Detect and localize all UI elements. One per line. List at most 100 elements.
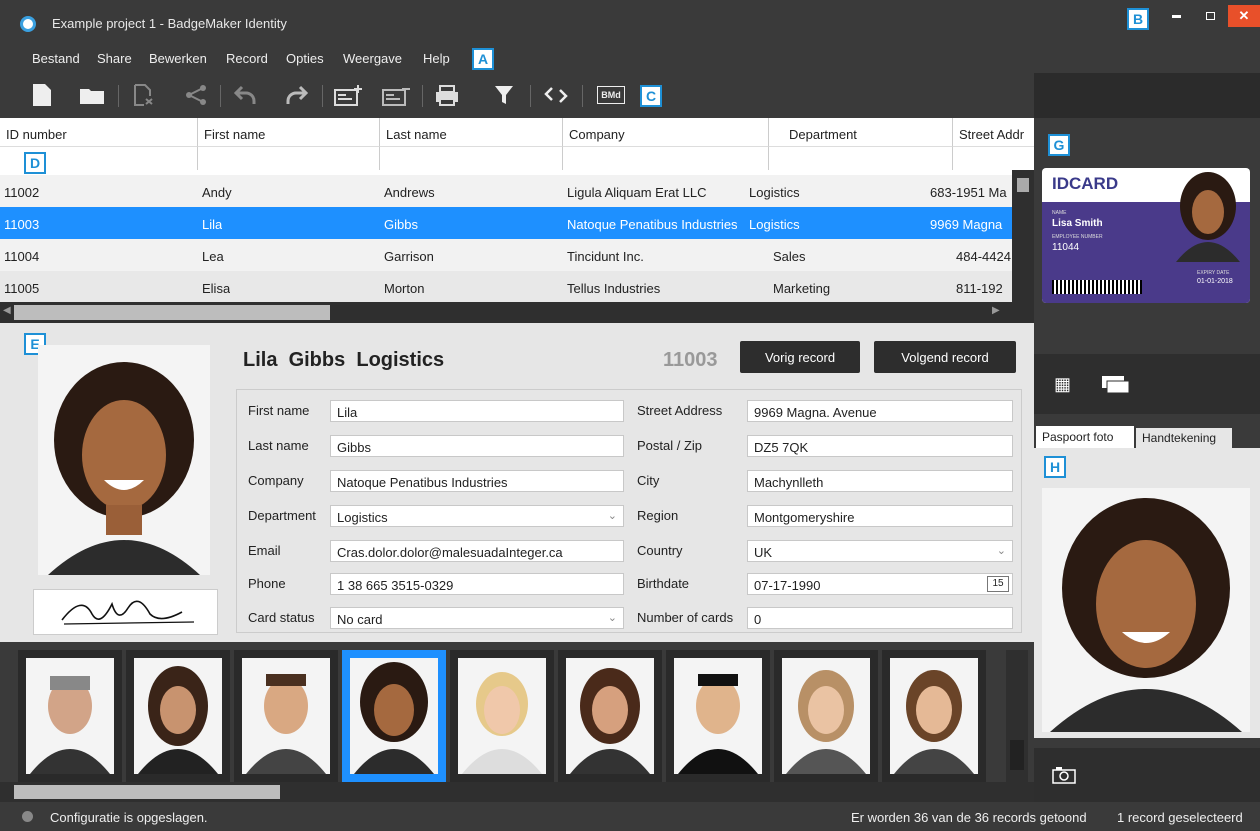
filter-input-last-name[interactable] bbox=[380, 146, 563, 170]
city-field[interactable]: Machynlleth bbox=[747, 470, 1013, 492]
table-row[interactable]: 11005 Elisa Morton Tellus Industries Mar… bbox=[0, 271, 1012, 303]
thumbs-vertical-scrollbar[interactable] bbox=[1006, 650, 1028, 782]
bmd-button[interactable]: BMd bbox=[594, 81, 628, 109]
tab-paspoort-foto[interactable]: Paspoort foto bbox=[1036, 426, 1134, 448]
scroll-left-icon[interactable]: ◀ bbox=[3, 305, 11, 316]
filter-input-company[interactable] bbox=[563, 146, 769, 170]
company-field[interactable]: Natoque Penatibus Industries bbox=[330, 470, 624, 492]
card-status-select[interactable]: No card ⌄ bbox=[330, 607, 624, 629]
menu-bestand[interactable]: Bestand bbox=[32, 51, 80, 66]
filter-input-street[interactable] bbox=[953, 146, 1034, 170]
camera-icon[interactable] bbox=[1052, 766, 1076, 784]
open-folder-button[interactable] bbox=[78, 81, 106, 109]
cell-id: 11003 bbox=[4, 217, 40, 232]
email-field[interactable]: Cras.dolor.dolor@malesuadaInteger.ca bbox=[330, 540, 624, 562]
thumbnail-item[interactable] bbox=[450, 650, 554, 782]
add-card-button[interactable] bbox=[334, 81, 362, 109]
cell-last-name: Andrews bbox=[384, 185, 435, 200]
thumbnail-item[interactable] bbox=[126, 650, 230, 782]
new-file-icon bbox=[33, 84, 51, 106]
bmd-icon: BMd bbox=[597, 86, 625, 104]
region-field[interactable]: Montgomeryshire bbox=[747, 505, 1013, 527]
label-street-address: Street Address bbox=[637, 403, 723, 418]
column-header-id[interactable]: ID number bbox=[0, 118, 198, 146]
tab-handtekening[interactable]: Handtekening bbox=[1136, 428, 1232, 448]
maximize-button[interactable] bbox=[1194, 5, 1226, 27]
title-bar: Example project 1 - BadgeMaker Identity … bbox=[0, 0, 1260, 44]
previous-record-button[interactable]: Vorig record bbox=[740, 341, 860, 373]
last-name-field[interactable]: Gibbs bbox=[330, 435, 624, 457]
first-name-field[interactable]: Lila bbox=[330, 400, 624, 422]
card-number: 11044 bbox=[1052, 242, 1080, 253]
callout-badge-d: D bbox=[24, 152, 46, 174]
share-button[interactable] bbox=[182, 81, 210, 109]
menu-weergave[interactable]: Weergave bbox=[343, 51, 402, 66]
postal-zip-field[interactable]: DZ5 7QK bbox=[747, 435, 1013, 457]
thumbnail-item[interactable] bbox=[234, 650, 338, 782]
menu-opties[interactable]: Opties bbox=[286, 51, 324, 66]
filter-input-department[interactable] bbox=[769, 146, 953, 170]
table-row[interactable]: 11004 Lea Garrison Tincidunt Inc. Sales … bbox=[0, 239, 1012, 271]
table-row[interactable]: 11002 Andy Andrews Ligula Aliquam Erat L… bbox=[0, 175, 1012, 207]
scroll-right-icon[interactable]: ▶ bbox=[992, 305, 1000, 316]
remove-card-button[interactable] bbox=[382, 81, 410, 109]
column-header-street[interactable]: Street Addr bbox=[953, 118, 1034, 146]
scroll-thumb[interactable] bbox=[14, 785, 280, 799]
thumbs-horizontal-scrollbar[interactable] bbox=[0, 782, 1034, 802]
menu-record[interactable]: Record bbox=[226, 51, 268, 66]
sync-button[interactable] bbox=[542, 81, 570, 109]
menu-help[interactable]: Help bbox=[423, 51, 450, 66]
right-panel: G IDCARD NAME Lisa Smith EMPLOYEE NUMBER… bbox=[1034, 118, 1260, 802]
thumbnail-item[interactable] bbox=[882, 650, 986, 782]
cell-company: Ligula Aliquam Erat LLC bbox=[567, 185, 707, 200]
id-card-preview[interactable]: IDCARD NAME Lisa Smith EMPLOYEE NUMBER 1… bbox=[1042, 168, 1250, 303]
country-select[interactable]: UK ⌄ bbox=[747, 540, 1013, 562]
photo-tabs: Paspoort foto Handtekening bbox=[1034, 424, 1260, 448]
column-header-department[interactable]: Department bbox=[769, 118, 953, 146]
column-header-last-name[interactable]: Last name bbox=[380, 118, 563, 146]
thumbnail-item[interactable] bbox=[666, 650, 770, 782]
new-file-button[interactable] bbox=[28, 81, 56, 109]
filter-input-first-name[interactable] bbox=[198, 146, 380, 170]
scroll-thumb[interactable] bbox=[1010, 740, 1024, 770]
portrait-thumbnail bbox=[570, 668, 650, 774]
grid-horizontal-scrollbar[interactable]: ◀ ▶ bbox=[0, 302, 1034, 323]
redo-icon bbox=[286, 85, 308, 104]
grid-view-icon[interactable]: ▦ bbox=[1054, 374, 1071, 395]
scroll-thumb[interactable] bbox=[1017, 178, 1029, 192]
birthdate-field[interactable]: 07-17-1990 15 bbox=[747, 573, 1013, 595]
callout-badge-a: A bbox=[472, 48, 494, 70]
cell-id: 11002 bbox=[4, 185, 40, 200]
portrait-thumbnail bbox=[354, 662, 434, 774]
thumbnail-item[interactable] bbox=[18, 650, 122, 782]
department-select[interactable]: Logistics ⌄ bbox=[330, 505, 624, 527]
street-address-field[interactable]: 9969 Magna. Avenue bbox=[747, 400, 1013, 422]
print-button[interactable] bbox=[434, 81, 462, 109]
filter-button[interactable] bbox=[490, 81, 518, 109]
next-record-button[interactable]: Volgend record bbox=[874, 341, 1016, 373]
export-button[interactable] bbox=[130, 81, 158, 109]
table-row-selected[interactable]: 11003 Lila Gibbs Natoque Penatibus Indus… bbox=[0, 207, 1012, 239]
status-message: Configuratie is opgeslagen. bbox=[50, 810, 208, 825]
passport-photo-large[interactable] bbox=[1042, 488, 1250, 732]
thumbnail-item[interactable] bbox=[774, 650, 878, 782]
minimize-button[interactable] bbox=[1160, 5, 1192, 27]
phone-field[interactable]: 1 38 665 3515-0329 bbox=[330, 573, 624, 595]
thumbnail-item[interactable] bbox=[558, 650, 662, 782]
menu-share[interactable]: Share bbox=[97, 51, 132, 66]
redo-button[interactable] bbox=[282, 81, 310, 109]
menu-bewerken[interactable]: Bewerken bbox=[149, 51, 207, 66]
close-button[interactable]: ✕ bbox=[1228, 5, 1260, 27]
column-header-first-name[interactable]: First name bbox=[198, 118, 380, 146]
label-birthdate: Birthdate bbox=[637, 576, 690, 591]
grid-vertical-scrollbar[interactable] bbox=[1012, 170, 1034, 302]
signature-image[interactable] bbox=[33, 589, 218, 635]
undo-button[interactable] bbox=[232, 81, 260, 109]
column-header-company[interactable]: Company bbox=[563, 118, 769, 146]
thumbnail-item-selected[interactable] bbox=[342, 650, 446, 782]
number-of-cards-field[interactable]: 0 bbox=[747, 607, 1013, 629]
calendar-icon[interactable]: 15 bbox=[987, 576, 1009, 592]
passport-photo[interactable] bbox=[38, 345, 210, 575]
card-flip-icon[interactable] bbox=[1102, 376, 1130, 394]
scroll-thumb[interactable] bbox=[14, 305, 330, 320]
